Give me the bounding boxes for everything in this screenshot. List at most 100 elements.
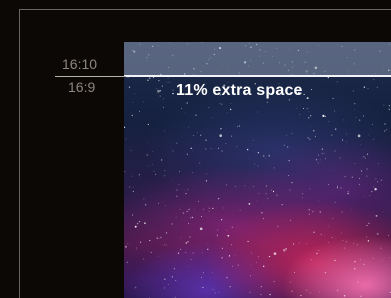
star bbox=[139, 110, 141, 112]
star bbox=[291, 182, 293, 184]
star bbox=[201, 277, 202, 278]
star bbox=[226, 112, 228, 114]
star bbox=[288, 175, 290, 176]
star bbox=[228, 255, 231, 258]
star bbox=[367, 240, 370, 242]
star bbox=[381, 260, 383, 262]
star bbox=[314, 135, 316, 138]
star bbox=[134, 286, 137, 289]
star bbox=[250, 252, 252, 254]
star bbox=[220, 128, 222, 130]
star bbox=[373, 78, 375, 80]
star bbox=[383, 211, 385, 213]
star bbox=[258, 256, 259, 258]
aspect-ratio-diagram: 11% extra space 16:10 16:9 bbox=[0, 0, 391, 298]
star bbox=[171, 179, 173, 181]
star bbox=[165, 244, 167, 246]
star bbox=[164, 170, 166, 172]
star bbox=[285, 248, 287, 250]
star bbox=[158, 80, 160, 82]
star bbox=[136, 248, 138, 250]
ratio-label-16-9: 16:9 bbox=[68, 79, 96, 95]
star bbox=[366, 224, 368, 227]
star bbox=[157, 255, 159, 257]
star bbox=[219, 103, 221, 105]
star bbox=[342, 139, 344, 141]
star bbox=[306, 108, 308, 110]
star bbox=[333, 169, 335, 171]
star bbox=[185, 242, 187, 244]
star bbox=[332, 97, 334, 99]
star bbox=[258, 193, 260, 194]
star bbox=[172, 89, 174, 91]
star bbox=[331, 236, 333, 239]
star bbox=[160, 159, 163, 161]
star bbox=[164, 130, 165, 132]
star bbox=[227, 234, 230, 237]
star bbox=[147, 123, 149, 125]
star bbox=[185, 252, 187, 253]
star bbox=[173, 271, 175, 273]
star bbox=[136, 223, 139, 225]
star bbox=[354, 163, 356, 165]
star bbox=[383, 258, 385, 260]
star bbox=[357, 281, 359, 283]
star bbox=[309, 292, 311, 294]
star bbox=[138, 220, 141, 223]
star bbox=[328, 226, 330, 228]
star bbox=[179, 209, 181, 210]
star bbox=[238, 125, 240, 127]
star bbox=[367, 87, 369, 89]
star bbox=[131, 214, 134, 216]
star bbox=[336, 187, 338, 189]
star bbox=[290, 281, 291, 283]
star bbox=[190, 147, 192, 149]
star bbox=[159, 90, 161, 92]
star bbox=[161, 85, 163, 87]
star bbox=[327, 76, 329, 79]
star bbox=[313, 130, 315, 132]
star bbox=[201, 252, 203, 254]
star bbox=[221, 219, 223, 221]
star bbox=[162, 107, 164, 109]
star bbox=[126, 261, 128, 263]
star bbox=[354, 109, 356, 111]
star bbox=[354, 261, 356, 263]
star bbox=[376, 86, 378, 88]
star bbox=[340, 232, 342, 234]
star bbox=[341, 211, 343, 213]
star bbox=[198, 201, 199, 202]
star bbox=[262, 218, 265, 220]
star bbox=[188, 222, 190, 224]
star bbox=[380, 247, 382, 249]
star bbox=[257, 111, 259, 113]
star bbox=[221, 247, 223, 249]
star bbox=[372, 257, 374, 259]
star bbox=[318, 291, 320, 293]
star bbox=[148, 165, 150, 167]
star bbox=[308, 111, 310, 113]
star bbox=[163, 98, 165, 100]
star bbox=[194, 208, 195, 210]
star bbox=[256, 200, 258, 202]
star bbox=[175, 216, 177, 218]
star bbox=[276, 194, 278, 196]
star bbox=[321, 152, 323, 154]
star bbox=[192, 150, 194, 151]
star bbox=[265, 157, 266, 159]
star bbox=[260, 294, 262, 296]
star bbox=[176, 195, 178, 197]
star bbox=[347, 191, 349, 193]
star bbox=[157, 89, 160, 93]
star bbox=[236, 146, 238, 147]
star bbox=[176, 142, 178, 144]
star bbox=[218, 291, 220, 293]
star bbox=[289, 189, 291, 191]
star bbox=[303, 107, 305, 109]
star bbox=[384, 123, 386, 125]
star bbox=[310, 259, 312, 261]
star bbox=[184, 112, 186, 114]
star bbox=[192, 135, 194, 137]
star bbox=[172, 150, 174, 152]
star bbox=[371, 124, 373, 126]
